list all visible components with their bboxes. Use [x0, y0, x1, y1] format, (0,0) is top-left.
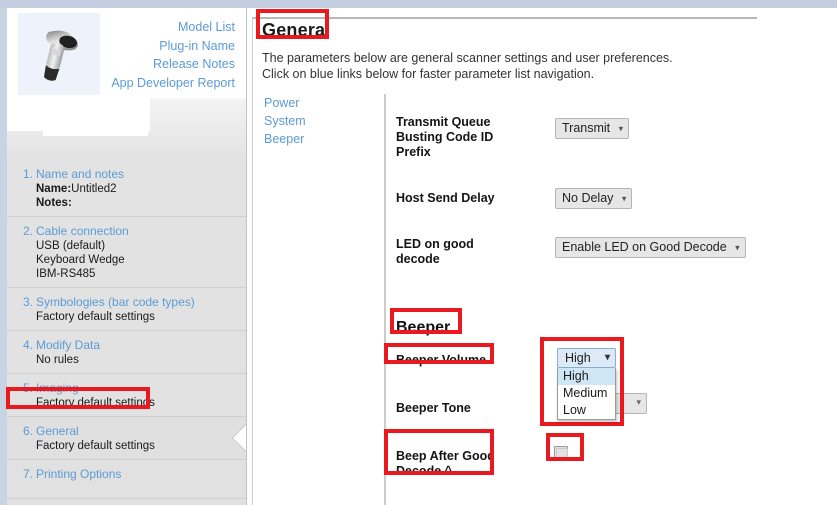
main-content-panel: General The parameters below are general… [248, 8, 837, 505]
redaction-overlay-tertiary [43, 121, 148, 136]
param-label-line-1: LED on good [396, 237, 474, 251]
dropdown-option-medium[interactable]: Medium [558, 385, 615, 402]
sidebar-item-title[interactable]: 4. Modify Data [7, 337, 246, 353]
select-host-send-delay[interactable]: No Delay ▾ [555, 188, 633, 209]
anchor-link-list: Power System Beeper [264, 94, 374, 148]
header-link-model-list[interactable]: Model List [7, 18, 239, 37]
sidebar-item-label: Name and notes [36, 167, 125, 181]
select-value: No Delay [562, 191, 614, 205]
intro-line-2: Click on blue links below for faster par… [262, 67, 595, 81]
param-label-led-on-good-decode: LED on good decode [396, 237, 526, 267]
param-label-beeper-volume: Beeper Volume [396, 353, 487, 367]
header-link-plugin-name[interactable]: Plug-in Name [7, 37, 239, 56]
intro-text: The parameters below are general scanner… [262, 50, 782, 82]
sidebar-item-symbologies[interactable]: 3. Symbologies (bar code types) Factory d… [7, 288, 246, 331]
param-label-line-2: decode [396, 252, 440, 266]
header-link-release-notes[interactable]: Release Notes [7, 55, 239, 74]
sidebar-item-number: 6. [23, 424, 34, 438]
param-label-beeper-tone: Beeper Tone [396, 401, 471, 415]
dropdown-option-high[interactable]: High [558, 368, 615, 385]
sidebar-item-sub: Keyboard Wedge [36, 254, 125, 266]
sidebar-item-sub: No rules [36, 354, 79, 366]
chevron-down-icon: ▾ [636, 397, 641, 407]
sidebar-item-sub: USB (default) [36, 240, 106, 252]
sub-label-name: Name: [36, 183, 72, 195]
dropdown-selected-value: High [565, 351, 591, 365]
sidebar-item-label: Printing Options [36, 467, 122, 481]
intro-line-1: The parameters below are general scanner… [262, 51, 673, 65]
dropdown-option-low[interactable]: Low [558, 402, 615, 419]
chevron-down-icon: ▾ [621, 193, 627, 203]
content-top-rule [252, 17, 757, 19]
sidebar-item-title[interactable]: 5. Imaging [7, 380, 246, 396]
sidebar-item-imaging[interactable]: 5. Imaging Factory default settings [7, 374, 246, 417]
select-value: Enable LED on Good Decode [562, 240, 727, 254]
param-label-line-3: Prefix [396, 145, 431, 159]
chevron-down-icon: ▾ [604, 352, 610, 363]
param-label-transmit-queue: Transmit Queue Busting Code ID Prefix [396, 115, 526, 160]
chevron-down-icon: ▾ [618, 123, 624, 133]
page-title: General [262, 20, 331, 40]
sidebar-item-sub: Factory default settings [36, 397, 155, 409]
sidebar-item-label: Imaging [36, 381, 79, 395]
section-heading-beeper: Beeper [396, 319, 451, 336]
sidebar-item-label: Modify Data [36, 338, 101, 352]
param-label-line-2: Decode ^ [396, 464, 452, 478]
sidebar-item-sub: Factory default settings [36, 311, 155, 323]
sidebar-item-sub: IBM-RS485 [36, 268, 96, 280]
header-link-list: Model List Plug-in Name Release Notes Ap… [7, 18, 239, 92]
checkbox-beep-after-good-decode[interactable] [554, 446, 568, 460]
sidebar-item-number: 3. [23, 295, 34, 309]
selected-notch-icon [233, 424, 246, 452]
content-vertical-divider [384, 94, 386, 505]
anchor-link-beeper[interactable]: Beeper [264, 130, 374, 148]
sidebar-item-sub-notes: Notes: [7, 196, 246, 210]
sub-value-name: Untitled2 [71, 183, 117, 195]
param-label-line-2: Busting Code ID [396, 130, 494, 144]
sidebar-item-title[interactable]: 6. General [7, 423, 246, 439]
sidebar-item-load-and-print[interactable]: 8.Load and print [7, 499, 246, 505]
chevron-down-icon: ▾ [735, 242, 740, 252]
sidebar-item-number: 7. [23, 467, 34, 481]
dropdown-beeper-volume-button[interactable]: High ▾ [557, 348, 616, 368]
sidebar-item-name-and-notes[interactable]: 1. Name and notes Name:Untitled2 Notes: [7, 160, 246, 217]
anchor-link-system[interactable]: System [264, 112, 374, 130]
sidebar-item-number: 4. [23, 338, 34, 352]
sidebar-item-label: Cable connection [36, 224, 129, 238]
param-label-line-1: Host Send Delay [396, 191, 495, 205]
app-window: Model List Plug-in Name Release Notes Ap… [0, 0, 837, 505]
window-left-strip [0, 8, 7, 505]
sidebar-item-modify-data[interactable]: 4. Modify Data No rules [7, 331, 246, 374]
sidebar-item-number: 1. [23, 167, 34, 181]
dropdown-beeper-volume[interactable]: High ▾ High Medium Low [557, 348, 616, 420]
select-led-on-good-decode[interactable]: Enable LED on Good Decode ▾ [555, 237, 746, 258]
select-transmit-queue-prefix[interactable]: Transmit ▾ [555, 118, 630, 139]
sidebar-item-title[interactable]: 1. Name and notes [7, 166, 246, 182]
dropdown-beeper-volume-options: High Medium Low [557, 368, 616, 420]
sidebar-item-sub: Factory default settings [36, 440, 155, 452]
param-label-host-send-delay: Host Send Delay [396, 191, 546, 206]
sidebar-item-sub-name: Name:Untitled2 [7, 182, 246, 196]
sidebar-item-title[interactable]: 2. Cable connection [7, 223, 246, 239]
sidebar-item-number: 5. [23, 381, 34, 395]
param-label-line-1: Transmit Queue [396, 115, 491, 129]
header-link-app-developer-report[interactable]: App Developer Report [7, 74, 239, 93]
content-left-rule [252, 17, 253, 505]
select-value: Transmit [562, 121, 611, 135]
window-top-strip [0, 0, 837, 8]
anchor-link-power[interactable]: Power [264, 94, 374, 112]
left-sidebar: Model List Plug-in Name Release Notes Ap… [7, 8, 247, 505]
sidebar-nav-list: 1. Name and notes Name:Untitled2 Notes: 2… [7, 160, 246, 505]
sub-label-notes: Notes: [36, 197, 72, 209]
sidebar-item-label: General [36, 424, 79, 438]
sidebar-item-number: 2. [23, 224, 34, 238]
sidebar-item-label: Symbologies (bar code types) [36, 295, 195, 309]
sidebar-item-general[interactable]: 6. General Factory default settings [7, 417, 246, 460]
param-label-beep-after-good-decode: Beep After Good Decode ^ [396, 449, 526, 479]
sidebar-item-cable-connection[interactable]: 2. Cable connection USB (default) Keyboar… [7, 217, 246, 288]
sidebar-item-printing-options[interactable]: 7. Printing Options [7, 460, 246, 499]
param-label-line-1: Beep After Good [396, 449, 495, 463]
sidebar-item-title[interactable]: 7. Printing Options [7, 466, 246, 482]
sidebar-item-title[interactable]: 3. Symbologies (bar code types) [7, 294, 246, 310]
